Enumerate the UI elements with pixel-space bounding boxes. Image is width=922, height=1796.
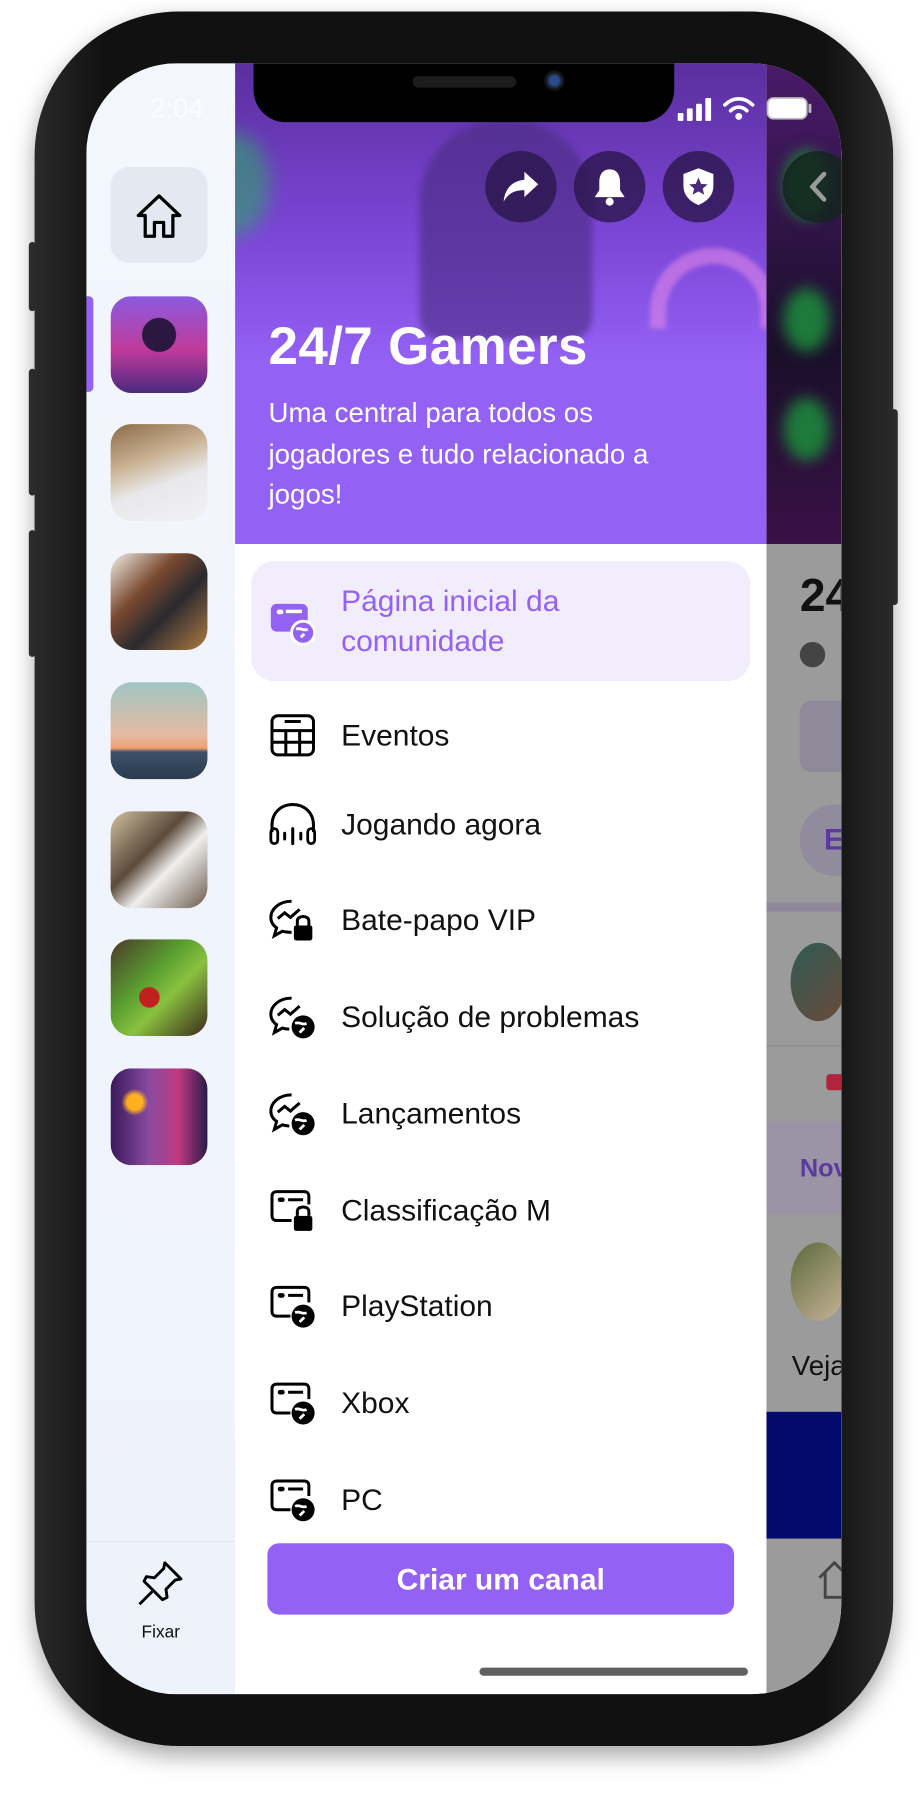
menu-item-label: PlayStation [341,1287,493,1323]
background-page-title: 24 [799,570,841,622]
notifications-button[interactable] [573,150,646,223]
create-channel-button[interactable]: Criar um canal [267,1543,735,1615]
home-icon [136,193,182,238]
menu-item-label: Solução de problemas [341,998,640,1034]
share-button[interactable] [485,150,557,223]
community-cat-avatar[interactable] [110,424,208,521]
pin-label: Fixar [141,1622,180,1643]
menu-item-label: Classificação M [341,1192,551,1227]
menu-item-releases[interactable]: Lançamentos [269,1079,753,1148]
home-button[interactable] [110,167,208,263]
menu-item-playing-now[interactable]: Jogando agora [269,789,753,858]
community-music-avatar[interactable] [110,553,208,651]
community-title: 24/7 Gamers [268,315,588,376]
signal-icon [677,97,712,122]
menu-item-label: Eventos [341,717,450,753]
pin-button[interactable]: Fixar [86,1540,236,1694]
menu-item-vip-chat[interactable]: Bate-papo VIP [269,885,753,954]
community-workshop-avatar[interactable] [110,811,208,909]
wifi-icon [723,96,755,120]
status-time: 2:04 [149,93,204,125]
menu-item-label: Jogando agora [341,806,542,841]
community-sunset-avatar[interactable] [110,682,208,780]
menu-item-label: Bate-papo VIP [341,901,537,937]
shield-star-icon [683,168,714,206]
chat-globe-icon [269,1093,315,1136]
member-avatar [790,942,842,1022]
channel-globe-icon [270,1479,315,1522]
community-vegetables-avatar[interactable] [110,939,208,1037]
menu-item-community-home[interactable]: Página inicial da comunidade [269,583,753,658]
channel-globe-icon [270,1285,315,1328]
bell-icon [594,169,625,206]
community-header: 24/7 Gamers Uma central para todos os jo… [235,63,767,544]
community-drawer: 24/7 Gamers Uma central para todos os jo… [235,63,767,1695]
menu-item-label: Xbox [341,1384,410,1420]
menu-item-rating-m[interactable]: Classificação M [269,1176,753,1245]
community-sidebar: Fixar [86,63,236,1695]
menu-item-label: Lançamentos [341,1095,522,1131]
community-neon-avatar[interactable] [110,1068,208,1166]
globe-icon [799,641,826,668]
live-badge [826,1074,842,1091]
chat-globe-icon [269,996,315,1039]
headphones-icon [269,802,317,846]
channel-globe-icon [270,1382,315,1425]
calendar-icon [270,714,315,757]
channel-lock-icon [270,1190,313,1231]
chat-lock-icon [269,899,313,941]
notch [253,63,675,123]
pin-icon [138,1561,183,1606]
home-indicator[interactable] [479,1667,748,1676]
community-gamers-avatar[interactable] [110,296,208,394]
chevron-left-icon [809,171,827,202]
menu-item-pc[interactable]: PC [269,1465,753,1534]
background-page-pill: E [799,804,842,876]
community-home-icon [270,603,317,646]
camera [543,70,565,92]
battery-icon [766,97,812,120]
menu-item-events[interactable]: Eventos [269,701,753,770]
home-tab-icon [818,1560,842,1599]
menu-item-troubleshooting[interactable]: Solução de problemas [269,982,753,1051]
phone-screen: 24 E Nov Veja [86,63,842,1695]
member-avatar [790,1242,842,1321]
menu-item-xbox[interactable]: Xbox [269,1368,753,1437]
community-description: Uma central para todos os jogadores e tu… [268,397,649,511]
selected-indicator [86,296,94,392]
background-page-button [799,700,842,773]
background-post-text: Veja [791,1350,842,1382]
admin-tools-button[interactable] [662,150,735,223]
background-page-overlay[interactable]: 24 E Nov Veja [766,63,842,1695]
speaker [412,76,517,88]
menu-item-label: Página inicial da comunidade [341,583,560,659]
menu-item-label: PC [341,1481,383,1517]
menu-item-playstation[interactable]: PlayStation [269,1271,753,1340]
background-page-tab: Nov [766,1121,842,1214]
share-icon [503,171,539,202]
